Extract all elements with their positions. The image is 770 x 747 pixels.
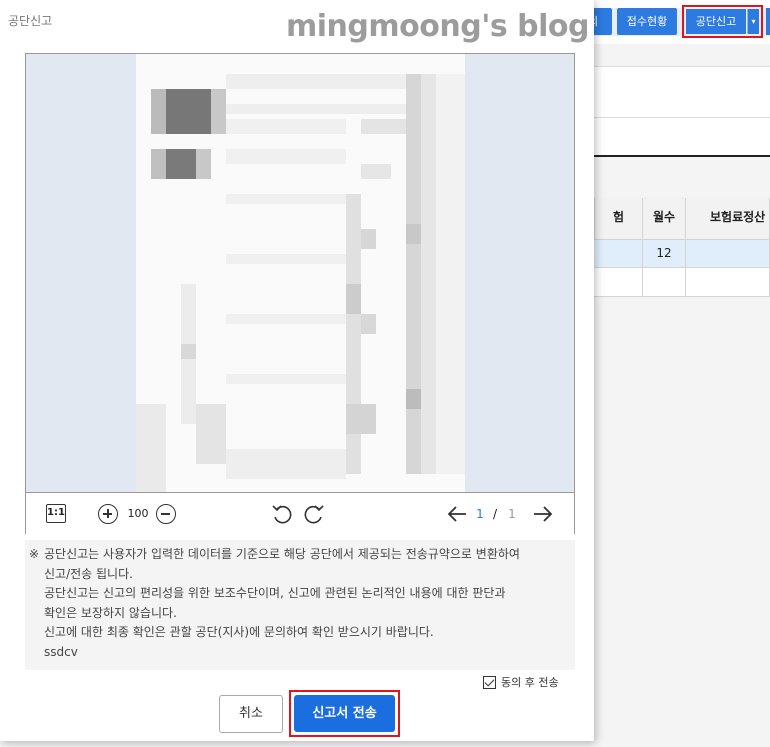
watermark: mingmoong's blog xyxy=(286,9,590,44)
modal-title: 공단신고 xyxy=(8,14,53,28)
agree-label[interactable]: 동의 후 전송 xyxy=(501,675,559,691)
grid-cell[interactable] xyxy=(643,268,686,297)
more-button[interactable] xyxy=(766,8,770,35)
rotate-right-icon[interactable] xyxy=(303,503,325,525)
total-pages: 1 xyxy=(508,507,516,521)
report-modal: 공단신고 mingmoong's blog 1:1 100 1 / 1 ※ 공단… xyxy=(0,0,594,741)
chevron-down-icon[interactable]: ▾ xyxy=(747,9,759,34)
notice-line: ssdcv xyxy=(44,644,78,659)
grid-header-insurance[interactable]: 험 xyxy=(594,198,643,240)
viewer-toolbar: 1:1 100 1 / 1 xyxy=(26,492,574,534)
prev-page-icon[interactable] xyxy=(446,505,468,523)
zoom-level: 100 xyxy=(127,507,149,520)
page-separator: / xyxy=(492,507,498,521)
current-page: 1 xyxy=(476,507,484,521)
one-to-one-icon[interactable]: 1:1 xyxy=(46,504,66,523)
notice-line: 공단신고는 사용자가 입력한 데이터를 기준으로 해당 공단에서 제공되는 전송… xyxy=(44,547,520,561)
notice-line: 확인은 보장하지 않습니다. xyxy=(44,605,177,620)
document-viewer: 1:1 100 1 / 1 xyxy=(25,53,575,534)
grid-cell[interactable] xyxy=(594,240,643,268)
grid-header-months[interactable]: 월수 xyxy=(643,198,686,240)
receipt-status-button[interactable]: 접수현황 xyxy=(617,8,677,35)
grid-cell[interactable] xyxy=(594,268,643,297)
next-page-icon[interactable] xyxy=(532,505,554,523)
notice-line: 신고에 대한 최종 확인은 관할 공단(지사)에 문의하여 확인 받으시기 바랍… xyxy=(44,625,434,639)
zoom-in-icon[interactable] xyxy=(98,504,118,524)
notice-line: 신고/전송 됩니다. xyxy=(44,566,133,581)
notice-line: 공단신고는 신고의 편리성을 위한 보조수단이며, 신고에 관련된 논리적인 내… xyxy=(44,586,506,600)
checkbox-icon[interactable] xyxy=(483,676,496,689)
grid-cell[interactable] xyxy=(686,268,770,297)
document-page-preview xyxy=(136,54,465,492)
viewer-canvas xyxy=(26,54,574,492)
grid-header-settlement[interactable]: 보험료정산 xyxy=(686,198,770,240)
grid-cell[interactable] xyxy=(686,240,770,268)
zoom-out-icon[interactable] xyxy=(156,504,176,524)
send-button-highlight: 신고서 전송 xyxy=(289,690,400,737)
notice-box: ※ 공단신고는 사용자가 입력한 데이터를 기준으로 해당 공단에서 제공되는 … xyxy=(25,540,575,670)
send-report-button[interactable]: 신고서 전송 xyxy=(294,695,395,732)
cancel-button[interactable]: 취소 xyxy=(219,695,283,733)
rotate-left-icon[interactable] xyxy=(271,503,293,525)
grid-cell-months[interactable]: 12 xyxy=(643,240,686,268)
agency-report-button[interactable]: 공단신고 xyxy=(686,9,746,34)
report-button-highlight: 공단신고 ▾ xyxy=(682,5,763,38)
